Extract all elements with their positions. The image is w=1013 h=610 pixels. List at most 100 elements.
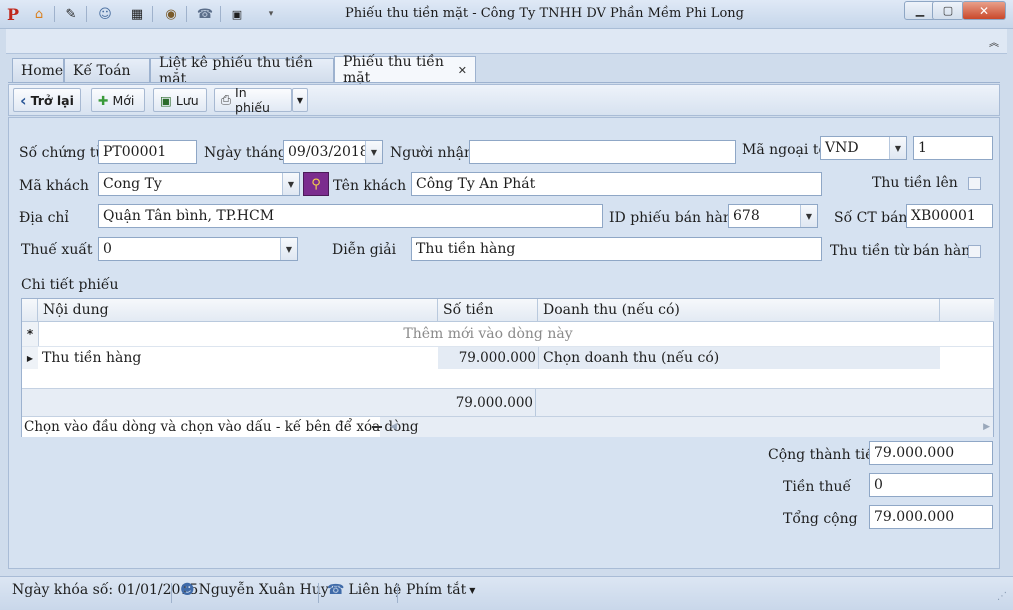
thu-tien-len-label: Thu tiền lên xyxy=(872,175,958,191)
ten-khach-field[interactable]: Công Ty An Phát xyxy=(411,172,822,196)
thu-tien-tu-ban-hang-checkbox[interactable] xyxy=(968,245,981,258)
thu-tien-tu-ban-hang-label: Thu tiền từ bán hàng xyxy=(830,243,980,259)
title-bar: P ⌂ ✎ ☺ ▦ ◉ ☎ ▣ ▾ Phiếu thu tiền mặt - C… xyxy=(0,0,1013,29)
tools-icon[interactable]: ✎ xyxy=(62,5,80,23)
toolbar: ‹ Trở lại ✚ Mới ▣ Lưu ⎙ In phiếu ▼ xyxy=(8,84,1000,116)
ma-khach-value: Cong Ty xyxy=(103,176,162,192)
save-icon: ▣ xyxy=(160,92,172,108)
ribbon-bar: ︽ xyxy=(6,29,1007,54)
scroll-left-icon[interactable]: ◀ xyxy=(390,422,397,432)
tab-phieu-thu-tien-mat[interactable]: Phiếu thu tiền mặt ✕ xyxy=(334,54,476,86)
contact-label: Liên hệ xyxy=(348,582,402,598)
user-status[interactable]: ☻ Nguyễn Xuân Huy xyxy=(180,582,329,598)
eye-icon[interactable]: ◉ xyxy=(162,5,180,23)
current-row-arrow-icon[interactable]: ▶ xyxy=(22,347,39,369)
so-chung-tu-label: Số chứng từ xyxy=(19,145,105,161)
column-header-filler xyxy=(940,299,994,322)
chevron-down-icon: ▼ xyxy=(469,585,476,595)
status-bar: Ngày khóa số: 01/01/2015 ☻ Nguyễn Xuân H… xyxy=(0,576,1013,610)
resize-grip-icon[interactable]: ⋰ xyxy=(997,591,1007,602)
cong-thanh-tien-label: Cộng thành tiền xyxy=(768,447,883,463)
thue-xuat-label: Thuế xuất xyxy=(21,242,93,258)
tab-close-icon[interactable]: ✕ xyxy=(458,64,467,77)
nguoi-nhan-field[interactable] xyxy=(469,140,736,164)
ngay-thang-field[interactable]: 09/03/2018 ▼ xyxy=(283,140,383,164)
ten-khach-label: Tên khách xyxy=(333,178,407,194)
new-row-marker: * xyxy=(22,322,39,346)
column-header-doanh-thu[interactable]: Doanh thu (nếu có) xyxy=(538,299,940,322)
contact-status[interactable]: ☎ Liên hệ xyxy=(327,582,401,598)
new-row-hint: Thêm mới vào dòng này xyxy=(403,326,573,342)
window-title: Phiếu thu tiền mặt - Công Ty TNHH DV Phầ… xyxy=(345,6,744,21)
cong-thanh-tien-field[interactable]: 79.000.000 xyxy=(869,441,993,465)
chevron-down-icon[interactable]: ▼ xyxy=(282,173,299,195)
collapse-ribbon-icon[interactable]: ︽ xyxy=(989,34,999,49)
nguoi-nhan-label: Người nhận xyxy=(390,145,473,161)
new-row[interactable]: * Thêm mới vào dòng này xyxy=(22,322,993,347)
back-label: Trở lại xyxy=(30,92,74,108)
scroll-right-icon[interactable]: ▶ xyxy=(983,422,990,432)
thue-xuat-select[interactable]: 0 ▼ xyxy=(98,237,298,261)
print-options-dropdown[interactable]: ▼ xyxy=(292,88,308,112)
dia-chi-field[interactable]: Quận Tân bình, TP.HCM xyxy=(98,204,603,228)
table-row[interactable]: ▶ Thu tiền hàng 79.000.000 Chọn doanh th… xyxy=(22,347,940,369)
id-phieu-ban-hang-value: 678 xyxy=(733,208,760,224)
shortcuts-menu[interactable]: Phím tắt ▼ xyxy=(406,582,475,598)
so-chung-tu-field[interactable]: PT00001 xyxy=(98,140,197,164)
so-ct-ban-field[interactable]: XB00001 xyxy=(906,204,993,228)
tab-liet-ke-phieu-thu[interactable]: Liệt kê phiếu thu tiền mặt xyxy=(150,55,334,87)
print-button[interactable]: ⎙ In phiếu xyxy=(214,85,292,115)
ma-ngoai-te-value: VND xyxy=(825,140,859,156)
footer-total: 79.000.000 xyxy=(438,389,536,417)
ma-khach-label: Mã khách xyxy=(19,178,89,194)
users-icon[interactable]: ☺ xyxy=(96,5,114,23)
back-button[interactable]: ‹ Trở lại xyxy=(13,88,81,112)
new-button[interactable]: ✚ Mới xyxy=(91,88,145,112)
tab-label: Kế Toán xyxy=(73,62,131,79)
printer-icon: ⎙ xyxy=(221,92,232,107)
save-button[interactable]: ▣ Lưu xyxy=(153,88,207,112)
tong-cong-field[interactable]: 79.000.000 xyxy=(869,505,993,529)
exchange-rate-field[interactable]: 1 xyxy=(913,136,993,160)
layout-icon[interactable]: ▣ xyxy=(228,5,246,23)
ma-ngoai-te-select[interactable]: VND ▼ xyxy=(820,136,907,160)
so-ct-ban-label: Số CT bán xyxy=(834,210,908,226)
phone-icon[interactable]: ☎ xyxy=(196,5,214,23)
close-button[interactable]: ✕ xyxy=(962,1,1006,20)
tab-ke-toan[interactable]: Kế Toán xyxy=(64,58,150,82)
cell-so-tien[interactable]: 79.000.000 xyxy=(438,347,538,369)
ma-ngoai-te-label: Mã ngoại tệ xyxy=(742,142,827,158)
cell-doanh-thu[interactable]: Chọn doanh thu (nếu có) xyxy=(538,347,940,369)
calendar-dropdown-icon[interactable]: ▼ xyxy=(365,141,382,163)
film-icon[interactable]: ▦ xyxy=(128,5,146,23)
app-logo-icon: P xyxy=(6,4,20,24)
ma-khach-select[interactable]: Cong Ty ▼ xyxy=(98,172,300,196)
thu-tien-len-checkbox[interactable] xyxy=(968,177,981,190)
customize-dropdown-icon[interactable]: ▾ xyxy=(262,5,280,23)
horizontal-scrollbar[interactable]: ◀ ▶ xyxy=(390,417,990,436)
user-name: Nguyễn Xuân Huy xyxy=(198,582,329,598)
column-header-noi-dung[interactable]: Nội dung xyxy=(38,299,438,322)
column-header-so-tien[interactable]: Số tiền xyxy=(438,299,538,322)
search-customer-icon[interactable]: ⚲ xyxy=(303,172,329,196)
add-icon: ✚ xyxy=(98,92,109,108)
chi-tiet-phieu-label: Chi tiết phiếu xyxy=(21,277,119,293)
shortcuts-label: Phím tắt xyxy=(406,582,467,598)
tab-home[interactable]: Home xyxy=(12,58,64,82)
chevron-down-icon[interactable]: ▼ xyxy=(889,137,906,159)
grid-footer: 79.000.000 xyxy=(22,388,993,417)
thue-xuat-value: 0 xyxy=(103,241,112,257)
id-phieu-ban-hang-select[interactable]: 678 ▼ xyxy=(728,204,818,228)
tab-label: Home xyxy=(21,62,64,79)
cell-noi-dung[interactable]: Thu tiền hàng xyxy=(38,347,438,369)
chevron-down-icon[interactable]: ▼ xyxy=(800,205,817,227)
print-label: In phiếu xyxy=(235,85,270,115)
tien-thue-field[interactable]: 0 xyxy=(869,473,993,497)
delete-row-hint: Chọn vào đầu dòng và chọn vào dấu - kế b… xyxy=(22,417,419,437)
chevron-left-icon: ‹ xyxy=(20,90,27,110)
phone-icon: ☎ xyxy=(327,582,345,598)
chevron-down-icon[interactable]: ▼ xyxy=(280,238,297,260)
home-icon[interactable]: ⌂ xyxy=(30,5,48,23)
maximize-button[interactable]: ▢ xyxy=(932,1,964,20)
dien-giai-field[interactable]: Thu tiền hàng xyxy=(411,237,822,261)
